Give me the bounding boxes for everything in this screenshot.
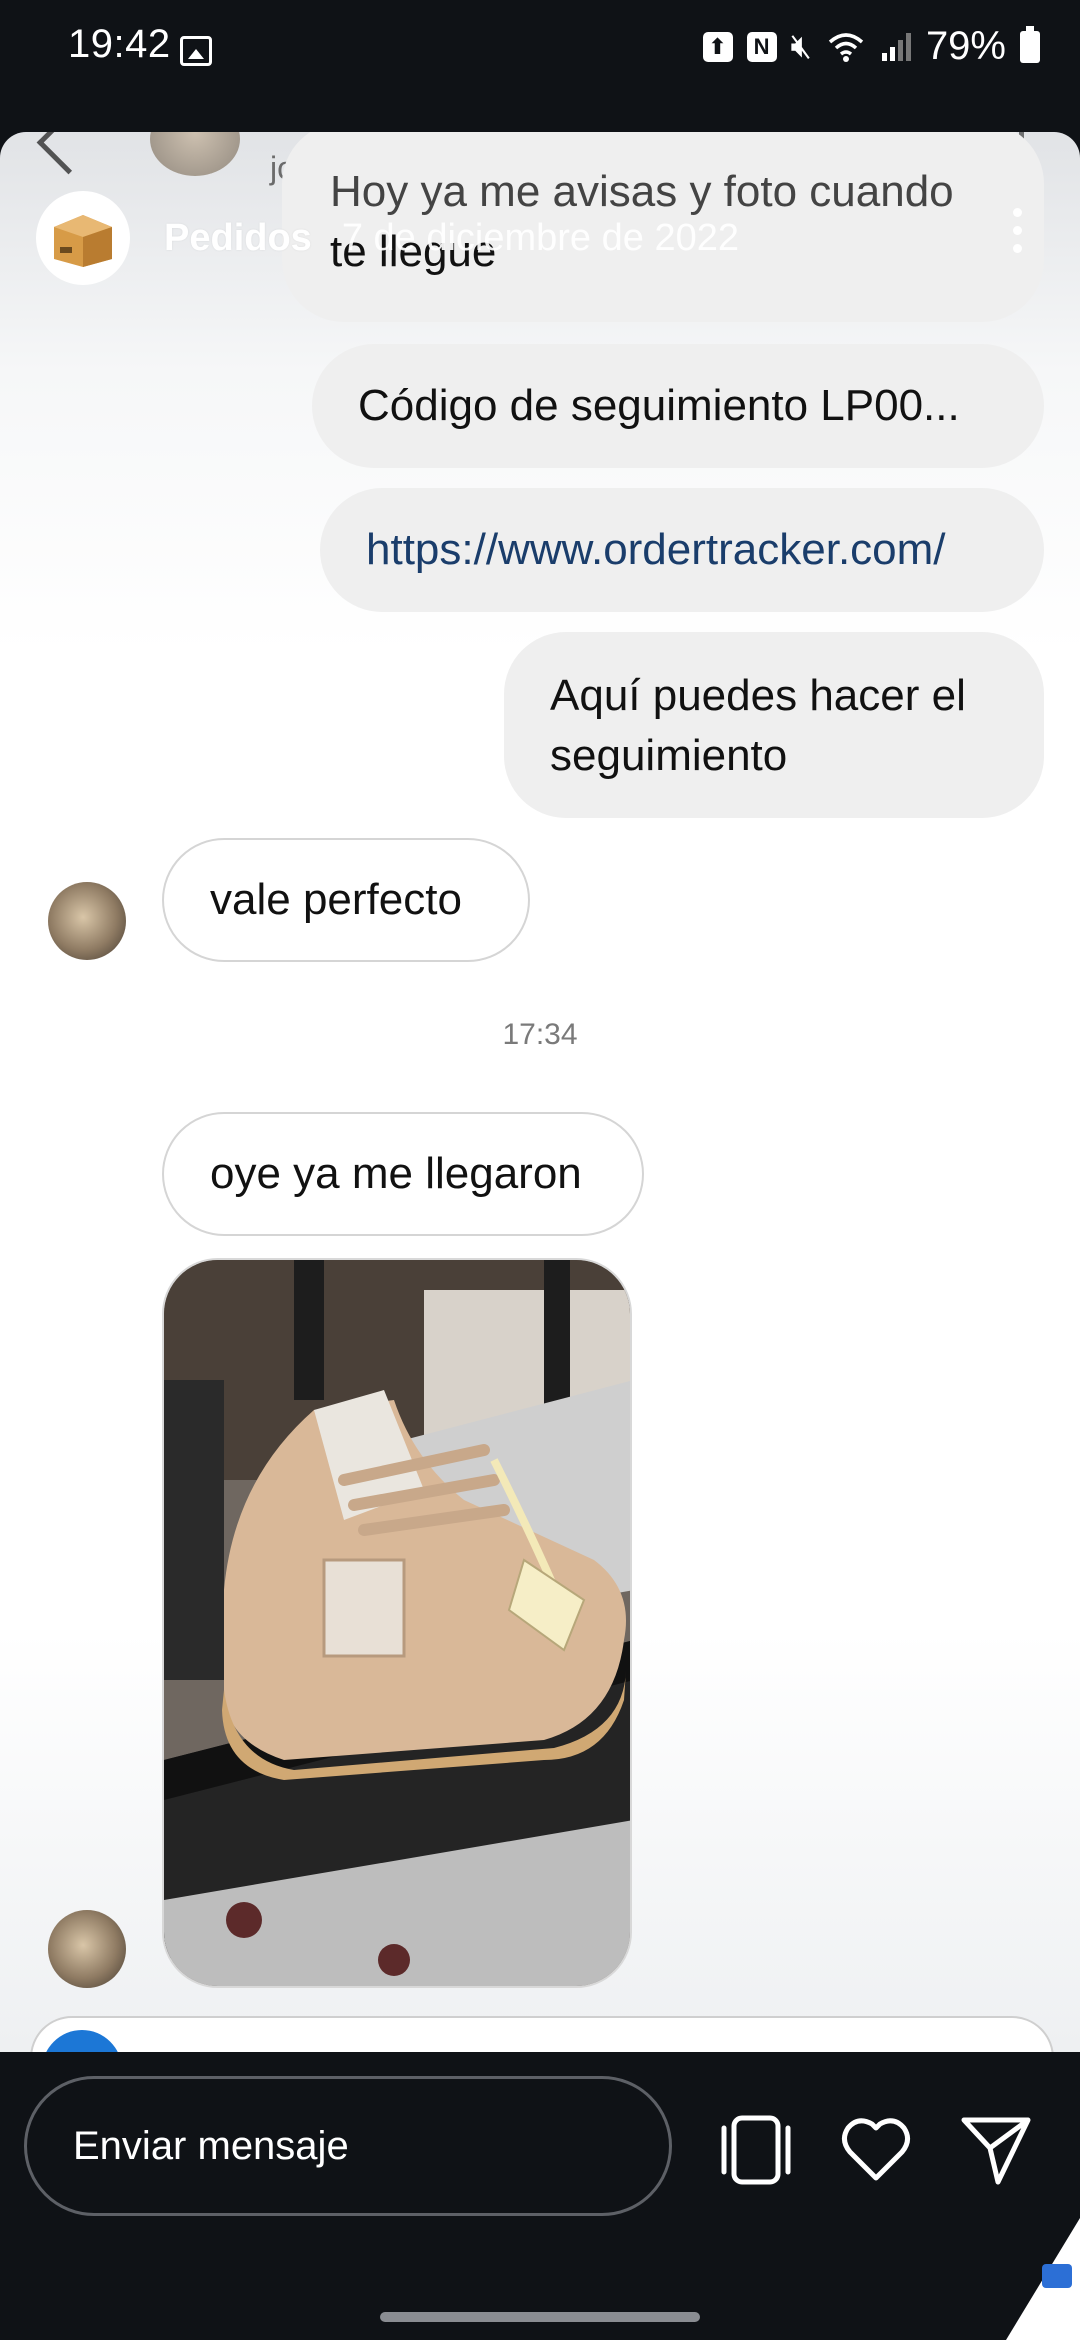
package-box-icon <box>54 215 112 267</box>
timestamp: 17:34 <box>502 1018 578 1051</box>
reply-bar: Enviar mensaje <box>0 2052 1080 2340</box>
sneaker-photo-illustration <box>164 1260 630 1986</box>
message-bubble: Aquí puedes hacer el seguimiento <box>504 632 1044 818</box>
message-text: vale perfecto <box>210 875 462 924</box>
message-text: oye ya me llegaron <box>210 1149 582 1198</box>
mute-icon: 🔇︎ <box>790 27 812 65</box>
message-bubble: Código de seguimiento LP00... <box>312 344 1044 468</box>
message-bubble: oye ya me llegaron <box>162 1112 644 1236</box>
story-card[interactable]: joseluis_grcia Hoy ya me avisas y foto c… <box>0 132 1080 2052</box>
message-bubble[interactable]: https://www.ordertracker.com/ <box>320 488 1044 612</box>
status-icons: ⬆ N 🔇︎ 79% <box>702 24 1040 69</box>
more-vertical-icon[interactable] <box>1013 208 1022 262</box>
wifi-icon <box>828 32 864 62</box>
chat-composer-peek <box>30 2016 1054 2052</box>
message-text: Código de seguimiento LP00... <box>358 381 960 430</box>
nfc-icon: N <box>746 31 777 62</box>
image-icon <box>180 36 212 66</box>
chat-avatar <box>150 132 240 176</box>
avatar <box>48 1910 126 1988</box>
status-bar: 19:42 ⬆ N 🔇︎ 79% <box>0 0 1080 110</box>
story-avatar[interactable] <box>36 191 130 285</box>
send-icon[interactable] <box>958 2112 1034 2188</box>
avatar <box>48 882 126 960</box>
sneaker-photo[interactable] <box>162 1258 632 1988</box>
story-date: 7 de diciembre de 2022 <box>341 216 739 259</box>
message-text: seguimiento <box>550 731 788 780</box>
tracking-link[interactable]: https://www.ordertracker.com/ <box>366 525 946 574</box>
camera-button <box>42 2030 122 2052</box>
send-message-input[interactable]: Enviar mensaje <box>24 2076 672 2216</box>
battery-icon <box>1020 25 1040 63</box>
battery-percent: 79% <box>925 24 1006 68</box>
folder-icon <box>1042 2264 1072 2288</box>
upload-icon: ⬆ <box>702 31 733 62</box>
heart-icon[interactable] <box>838 2112 914 2188</box>
story-header: Pedidos 7 de diciembre de 2022 <box>36 188 739 288</box>
message-text: Aquí puedes hacer el <box>550 671 966 720</box>
story-frame-icon[interactable] <box>718 2112 794 2188</box>
story-title: Pedidos <box>164 216 312 259</box>
back-icon <box>36 132 101 175</box>
signal-icon <box>881 32 911 61</box>
message-bubble: vale perfecto <box>162 838 530 962</box>
clock: 19:42 <box>68 22 171 66</box>
home-gesture-bar[interactable] <box>380 2312 700 2322</box>
